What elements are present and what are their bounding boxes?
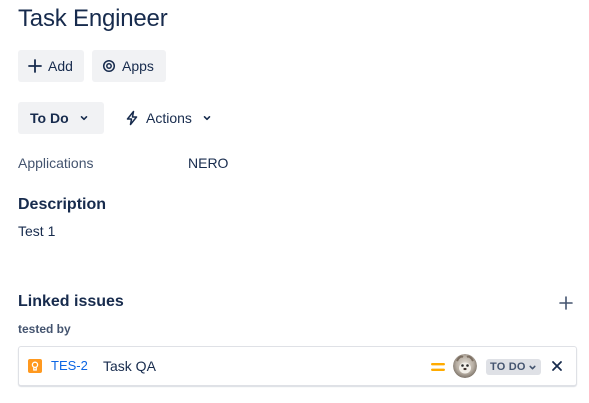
close-icon — [551, 360, 563, 372]
add-button[interactable]: Add — [18, 50, 84, 82]
status-dropdown-button[interactable]: To Do — [18, 102, 104, 134]
applications-field-value[interactable]: NERO — [188, 155, 228, 171]
link-type-label: tested by — [18, 322, 71, 336]
applications-field-label: Applications — [18, 155, 94, 171]
assignee-avatar[interactable] — [453, 354, 477, 378]
status-label: To Do — [30, 110, 69, 126]
apps-icon — [102, 59, 116, 73]
issue-detail-panel: Task Engineer Add Apps To Do Actions App… — [0, 0, 589, 403]
apps-button[interactable]: Apps — [92, 50, 166, 82]
add-linked-issue-button[interactable] — [555, 292, 577, 314]
linked-issue-row[interactable]: TES-2 Task QA TO DO — [18, 346, 577, 386]
actions-label: Actions — [146, 110, 192, 126]
linked-issues-heading: Linked issues — [18, 293, 124, 310]
apps-button-label: Apps — [122, 58, 154, 74]
page-title[interactable]: Task Engineer — [18, 5, 168, 33]
plus-icon — [559, 296, 573, 310]
linked-issue-status-label: TO DO — [490, 361, 526, 373]
linked-issue-summary[interactable]: Task QA — [103, 358, 156, 374]
chevron-down-icon — [202, 113, 212, 123]
plus-icon — [28, 59, 42, 73]
linked-issue-key[interactable]: TES-2 — [51, 358, 88, 373]
priority-medium-icon — [430, 360, 446, 372]
description-text[interactable]: Test 1 — [18, 223, 55, 239]
lightning-icon — [124, 110, 140, 126]
test-issue-icon — [28, 359, 42, 373]
chevron-down-icon — [79, 113, 89, 123]
actions-dropdown-button[interactable]: Actions — [118, 102, 228, 134]
linked-issue-status[interactable]: TO DO — [486, 359, 541, 375]
add-button-label: Add — [48, 58, 73, 74]
chevron-down-icon — [528, 363, 537, 372]
remove-link-button[interactable] — [549, 358, 565, 374]
description-heading: Description — [18, 196, 107, 213]
